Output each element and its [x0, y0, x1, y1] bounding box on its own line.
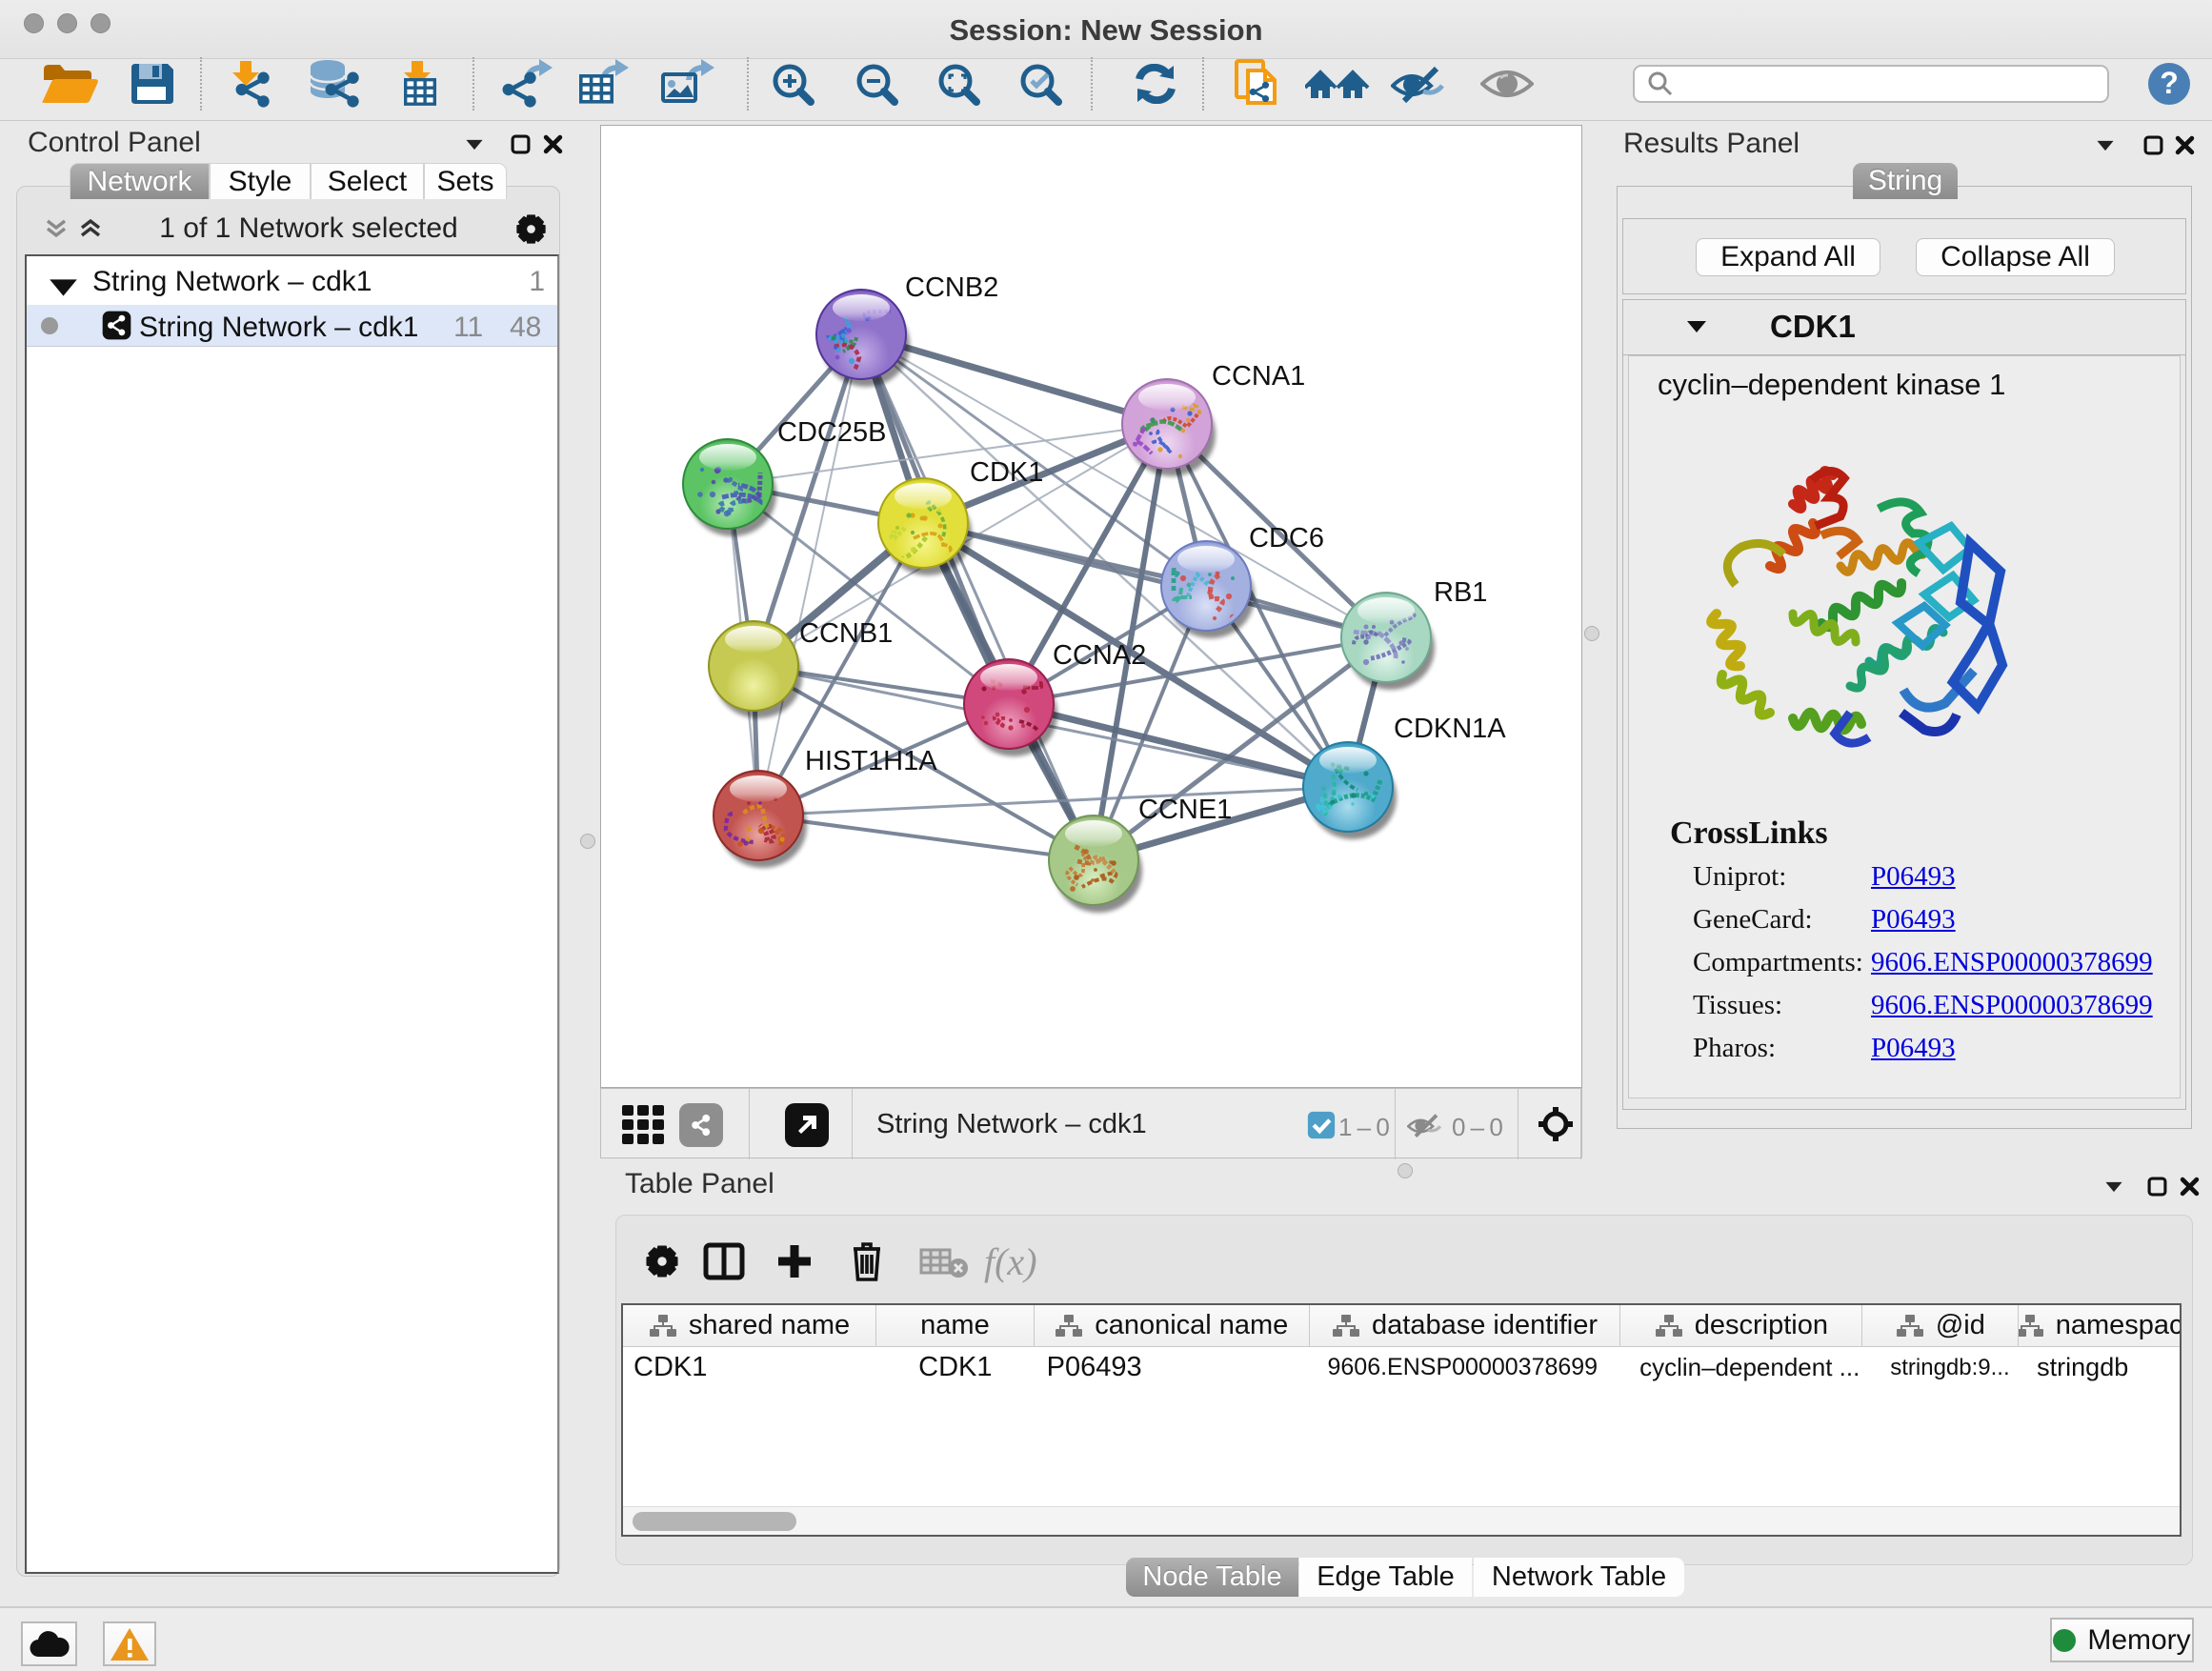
svg-text:?: ?: [2160, 66, 2179, 100]
svg-text:CCNB1: CCNB1: [799, 618, 893, 649]
svg-text:CDC25B: CDC25B: [777, 417, 886, 448]
svg-text:CDKN1A: CDKN1A: [1394, 714, 1506, 744]
svg-text:CDC6: CDC6: [1249, 523, 1324, 554]
svg-text:HIST1H1A: HIST1H1A: [805, 746, 937, 776]
svg-text:CCNB2: CCNB2: [905, 272, 998, 303]
svg-text:CCNA1: CCNA1: [1212, 361, 1305, 392]
svg-text:CCNE1: CCNE1: [1138, 795, 1232, 825]
svg-text:RB1: RB1: [1434, 577, 1487, 608]
svg-text:CDK1: CDK1: [970, 457, 1043, 488]
svg-text:CCNA2: CCNA2: [1053, 640, 1146, 671]
